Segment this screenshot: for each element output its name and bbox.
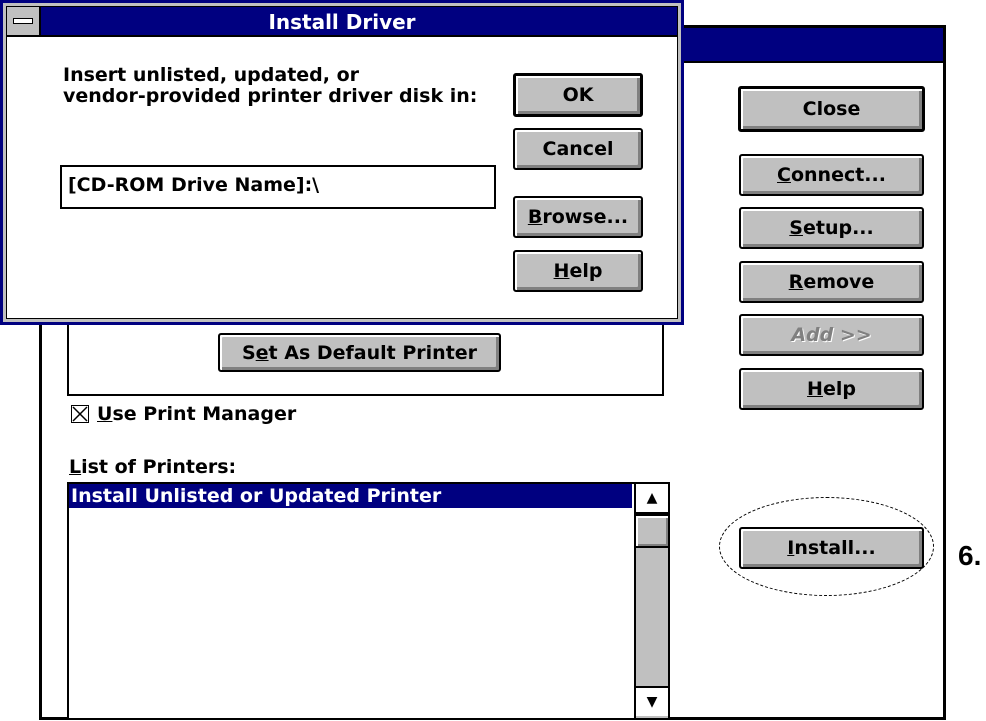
scroll-down-arrow-icon[interactable]: ▼ bbox=[636, 686, 668, 716]
checkbox-checked-icon bbox=[72, 406, 88, 422]
ok-button[interactable]: OK bbox=[513, 73, 643, 117]
cancel-button[interactable]: Cancel bbox=[513, 128, 643, 170]
list-scrollbar[interactable]: ▲ ▼ bbox=[634, 484, 668, 718]
driver-path-input[interactable]: [CD-ROM Drive Name]:\ bbox=[60, 165, 496, 209]
connect-button[interactable]: Connect... bbox=[739, 154, 924, 196]
close-button[interactable]: Close bbox=[738, 86, 925, 132]
set-as-default-printer-button[interactable]: Set As Default Printer bbox=[218, 333, 501, 372]
setup-button[interactable]: Setup... bbox=[739, 207, 924, 249]
system-menu-icon[interactable] bbox=[7, 7, 41, 37]
install-driver-dialog: Install Driver Insert unlisted, updated,… bbox=[0, 0, 684, 325]
dialog-title[interactable]: Install Driver bbox=[7, 7, 677, 37]
scroll-up-arrow-icon[interactable]: ▲ bbox=[636, 484, 668, 514]
help-button[interactable]: Help bbox=[739, 368, 924, 410]
list-item[interactable]: Install Unlisted or Updated Printer bbox=[69, 484, 632, 508]
use-print-manager-label[interactable]: Use Print Manager bbox=[97, 403, 296, 425]
scroll-thumb[interactable] bbox=[636, 514, 668, 548]
system-menu-bar bbox=[13, 18, 33, 24]
add-button[interactable]: Add >> bbox=[739, 314, 924, 356]
printers-list[interactable]: Install Unlisted or Updated Printer ▲ ▼ bbox=[67, 482, 670, 720]
install-highlight-ellipse bbox=[719, 497, 934, 596]
remove-button[interactable]: Remove bbox=[739, 261, 924, 303]
browse-button[interactable]: Browse... bbox=[513, 196, 643, 238]
list-of-printers-label: List of Printers: bbox=[69, 456, 237, 478]
default-printer-group: Set As Default Printer bbox=[67, 313, 664, 396]
use-print-manager-checkbox[interactable] bbox=[71, 405, 89, 423]
dialog-help-button[interactable]: Help bbox=[513, 250, 643, 292]
step-number-label: 6. bbox=[958, 540, 982, 571]
dialog-prompt: Insert unlisted, updated, or vendor-prov… bbox=[63, 64, 478, 107]
